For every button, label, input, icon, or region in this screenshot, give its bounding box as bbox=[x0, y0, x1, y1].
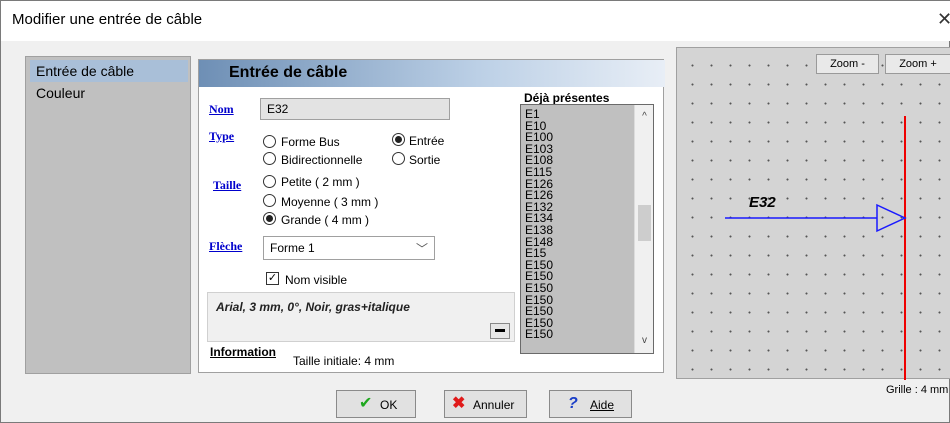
nom-input[interactable]: E32 bbox=[260, 98, 450, 120]
information-text: Taille initiale: 4 mm bbox=[293, 354, 395, 368]
existing-list[interactable]: E1 E10 E100 E103 E108 E115 E126 E126 E132 E134 E13… bbox=[520, 104, 654, 354]
fleche-label: Flèche bbox=[209, 239, 243, 253]
window-title: Modifier une entrée de câble bbox=[12, 11, 203, 28]
existing-label: Déjà présentes bbox=[524, 91, 610, 105]
panel-title: Entrée de câble bbox=[229, 64, 348, 81]
radio-petite[interactable] bbox=[263, 175, 276, 188]
dialog: Modifier une entrée de câble ✕ Entrée de… bbox=[0, 0, 950, 423]
fleche-select-value: Forme 1 bbox=[270, 241, 315, 255]
existing-items: E1 E10 E100 E103 E108 E115 E126 E126 E132 E134 E13… bbox=[525, 108, 633, 341]
bidirectionnelle-label: Bidirectionnelle bbox=[281, 153, 363, 167]
type-label: Type bbox=[209, 129, 235, 143]
grande-label: Grande ( 4 mm ) bbox=[281, 213, 370, 227]
question-icon: ? bbox=[568, 395, 578, 412]
cancel-label: Annuler bbox=[473, 398, 515, 412]
close-icon[interactable]: ✕ bbox=[937, 9, 950, 29]
sidebar-item-couleur[interactable]: Couleur bbox=[30, 82, 188, 104]
ok-button[interactable]: ✔ OK bbox=[336, 390, 416, 418]
scroll-thumb[interactable] bbox=[638, 205, 651, 241]
taille-label: Taille bbox=[213, 178, 242, 192]
entree-label: Entrée bbox=[409, 134, 445, 148]
scroll-up-icon[interactable]: ^ bbox=[635, 111, 653, 122]
information-label: Information bbox=[210, 345, 276, 359]
zoom-in-button[interactable]: Zoom + bbox=[885, 54, 950, 74]
moyenne-label: Moyenne ( 3 mm ) bbox=[281, 195, 379, 209]
zoom-out-button[interactable]: Zoom - bbox=[816, 54, 879, 74]
preview-canvas: E32 bbox=[676, 47, 950, 380]
radio-moyenne[interactable] bbox=[263, 194, 276, 207]
help-label: Aide bbox=[590, 398, 615, 412]
title-bar: Modifier une entrée de câble ✕ bbox=[1, 1, 950, 41]
preview-drawing bbox=[725, 116, 907, 380]
cancel-button[interactable]: ✖ Annuler bbox=[444, 390, 527, 418]
ok-label: OK bbox=[380, 398, 398, 412]
connector-label: E32 bbox=[749, 194, 776, 211]
font-settings-box: Arial, 3 mm, 0°, Noir, gras+italique ▬ bbox=[207, 292, 515, 342]
chevron-down-icon: ﹀ bbox=[415, 242, 428, 256]
forme-bus-label: Forme Bus bbox=[281, 135, 340, 149]
cross-icon: ✖ bbox=[452, 395, 466, 412]
petite-label: Petite ( 2 mm ) bbox=[281, 175, 360, 189]
fleche-select[interactable]: Forme 1 ﹀ bbox=[263, 236, 435, 260]
check-icon: ✔ bbox=[359, 395, 373, 412]
radio-forme-bus[interactable] bbox=[263, 135, 276, 148]
nom-visible-label: Nom visible bbox=[285, 273, 348, 287]
sortie-label: Sortie bbox=[409, 153, 441, 167]
scroll-down-icon[interactable]: v bbox=[635, 335, 653, 346]
sidebar-item-entree-de-cable[interactable]: Entrée de câble bbox=[30, 60, 188, 82]
radio-grande[interactable] bbox=[263, 212, 276, 225]
radio-entree[interactable] bbox=[392, 133, 405, 146]
nom-label: Nom bbox=[209, 102, 234, 116]
font-description: Arial, 3 mm, 0°, Noir, gras+italique bbox=[216, 300, 410, 314]
nom-visible-checkbox[interactable]: ✓ bbox=[266, 272, 279, 285]
grid-size-label: Grille : 4 mm bbox=[886, 384, 949, 396]
scrollbar[interactable]: ^ v bbox=[634, 105, 653, 353]
panel-header: Entrée de câble bbox=[199, 60, 665, 87]
radio-bidirectionnelle[interactable] bbox=[263, 152, 276, 165]
category-sidebar: Entrée de câble Couleur bbox=[25, 56, 191, 374]
arrow-icon bbox=[876, 203, 907, 233]
help-button[interactable]: ? Aide bbox=[549, 390, 632, 418]
radio-sortie[interactable] bbox=[392, 152, 405, 165]
font-settings-button[interactable]: ▬ bbox=[490, 323, 510, 339]
list-item[interactable]: E150 bbox=[525, 328, 633, 341]
